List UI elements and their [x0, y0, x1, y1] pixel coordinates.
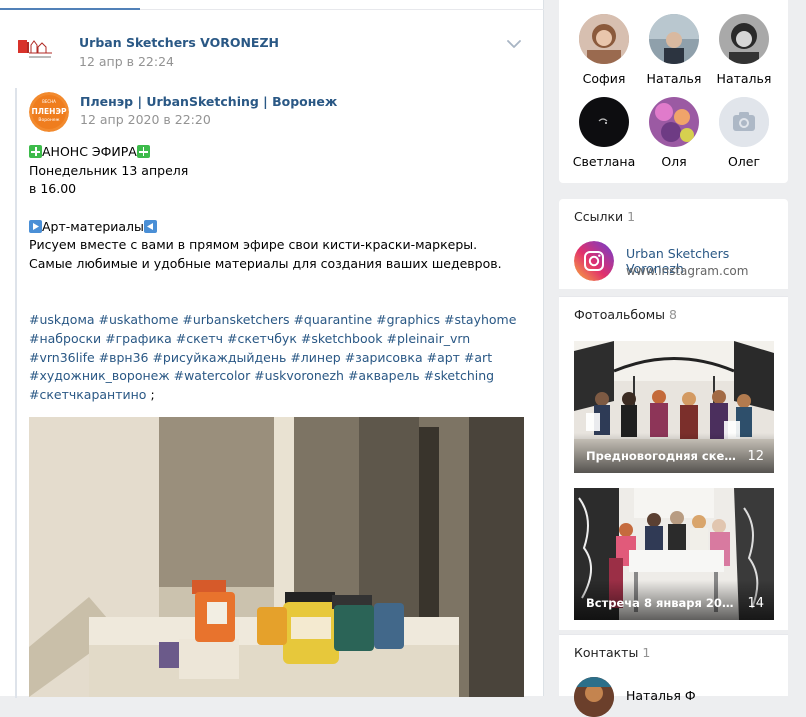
desc-line-1: Рисуем вместе с вами в прямом эфире свои…	[29, 237, 478, 253]
group-name-link[interactable]: Urban Sketchers VORONEZH	[79, 35, 279, 50]
friend-item[interactable]: Олег	[709, 97, 779, 169]
friend-name[interactable]: Наталья	[709, 71, 779, 86]
contacts-header[interactable]: Контакты 1	[574, 645, 650, 660]
friend-item[interactable]: Наталья	[709, 14, 779, 86]
friend-item[interactable]: Светлана	[569, 97, 639, 169]
hashtags-tail: ;	[146, 386, 155, 402]
friend-avatar[interactable]	[579, 97, 629, 147]
post-photo[interactable]	[29, 417, 524, 697]
plener-logo-main: ПЛЕНЭР	[32, 107, 67, 116]
contacts-header-label[interactable]: Контакты	[574, 645, 638, 660]
friend-name[interactable]: Наталья	[639, 71, 709, 86]
repost-avatar[interactable]: ВЕСНА ПЛЕНЭР Воронеж	[29, 92, 69, 132]
hashtags-line-3[interactable]: #vrn36life #врн36 #рисуйкаждыйдень #лине…	[29, 349, 529, 368]
chevron-down-icon[interactable]	[505, 38, 523, 50]
albums-header-label[interactable]: Фотоальбомы	[574, 307, 665, 322]
active-tab-indicator	[0, 8, 140, 10]
friend-name[interactable]: Олег	[709, 154, 779, 169]
contact-avatar[interactable]	[574, 677, 614, 717]
post-date[interactable]: 12 апр в 22:24	[79, 54, 174, 69]
friend-name[interactable]: София	[569, 71, 639, 86]
links-card: Ссылки 1 Urban Sketchers Voronezh www.ins…	[559, 199, 788, 289]
album-item[interactable]: Предновогодняя скетч-встреча 12	[574, 341, 774, 473]
albums-header[interactable]: Фотоальбомы 8	[574, 307, 677, 322]
green-star-emoji-icon	[29, 145, 42, 158]
green-star-emoji-icon	[136, 145, 150, 158]
hashtags-line-1[interactable]: #uskдома #uskathome #urbansketchers #qua…	[29, 311, 529, 330]
announce-time: в 16.00	[29, 181, 77, 197]
link-url: www.instagram.com	[626, 264, 749, 278]
repost-bar	[15, 88, 17, 698]
friend-avatar[interactable]	[719, 97, 769, 147]
contacts-card: Контакты 1 Наталья Ф	[559, 635, 788, 717]
friend-item[interactable]: Наталья	[639, 14, 709, 86]
links-count: 1	[627, 209, 636, 224]
album-title[interactable]: Предновогодняя скетч-встреча	[586, 449, 736, 463]
repost-date[interactable]: 12 апр 2020 в 22:20	[80, 112, 211, 127]
group-avatar[interactable]	[15, 31, 55, 71]
friend-item[interactable]: София	[569, 14, 639, 86]
friend-avatar[interactable]	[719, 14, 769, 64]
albums-count: 8	[669, 307, 677, 322]
announce-text: АНОНС ЭФИРА	[42, 144, 137, 159]
reverse-emoji-icon	[143, 219, 157, 233]
friend-avatar[interactable]	[649, 97, 699, 147]
plener-logo-sub: Воронеж	[38, 117, 59, 123]
friend-avatar[interactable]	[649, 14, 699, 64]
desc-line-2: Самые любимые и удобные материалы для со…	[29, 256, 502, 272]
album-item[interactable]: Встреча 8 января 2020 14	[574, 488, 774, 620]
hashtags-line-2[interactable]: #наброски #графика #скетч #скетчбук #ske…	[29, 330, 529, 349]
albums-card: Фотоальбомы 8 Предновогодняя скетч-встреч…	[559, 297, 788, 630]
friend-name[interactable]: Оля	[639, 154, 709, 169]
album-title[interactable]: Встреча 8 января 2020	[586, 596, 736, 610]
friends-card: София Наталья Наталья Светлана Оля Олег	[559, 0, 788, 183]
instagram-icon[interactable]	[574, 241, 614, 281]
announce-day: Понедельник 13 апреля	[29, 162, 189, 178]
friend-avatar[interactable]	[579, 14, 629, 64]
album-count: 14	[747, 596, 764, 611]
play-emoji-icon	[29, 219, 42, 233]
links-header-label[interactable]: Ссылки	[574, 209, 623, 224]
post-card: Urban Sketchers VORONEZH 12 апр в 22:24 …	[0, 0, 544, 698]
friend-item[interactable]: Оля	[639, 97, 709, 169]
links-header[interactable]: Ссылки 1	[574, 209, 635, 224]
plener-logo-top: ВЕСНА	[42, 99, 56, 104]
hashtags-line-5[interactable]: #скетчкарантино	[29, 387, 146, 402]
topic-text: Арт-материалы	[42, 218, 144, 234]
album-count: 12	[747, 449, 764, 464]
repost-source-link[interactable]: Пленэр | UrbanSketching | Воронеж	[80, 94, 337, 109]
contacts-count: 1	[642, 645, 651, 660]
hashtags-line-4[interactable]: #художник_воронеж #watercolor #uskvorone…	[29, 367, 529, 386]
camera-icon	[719, 97, 769, 147]
friend-name[interactable]: Светлана	[569, 154, 639, 169]
post-text: АНОНС ЭФИРА Понедельник 13 апреля в 16.0…	[29, 143, 529, 405]
